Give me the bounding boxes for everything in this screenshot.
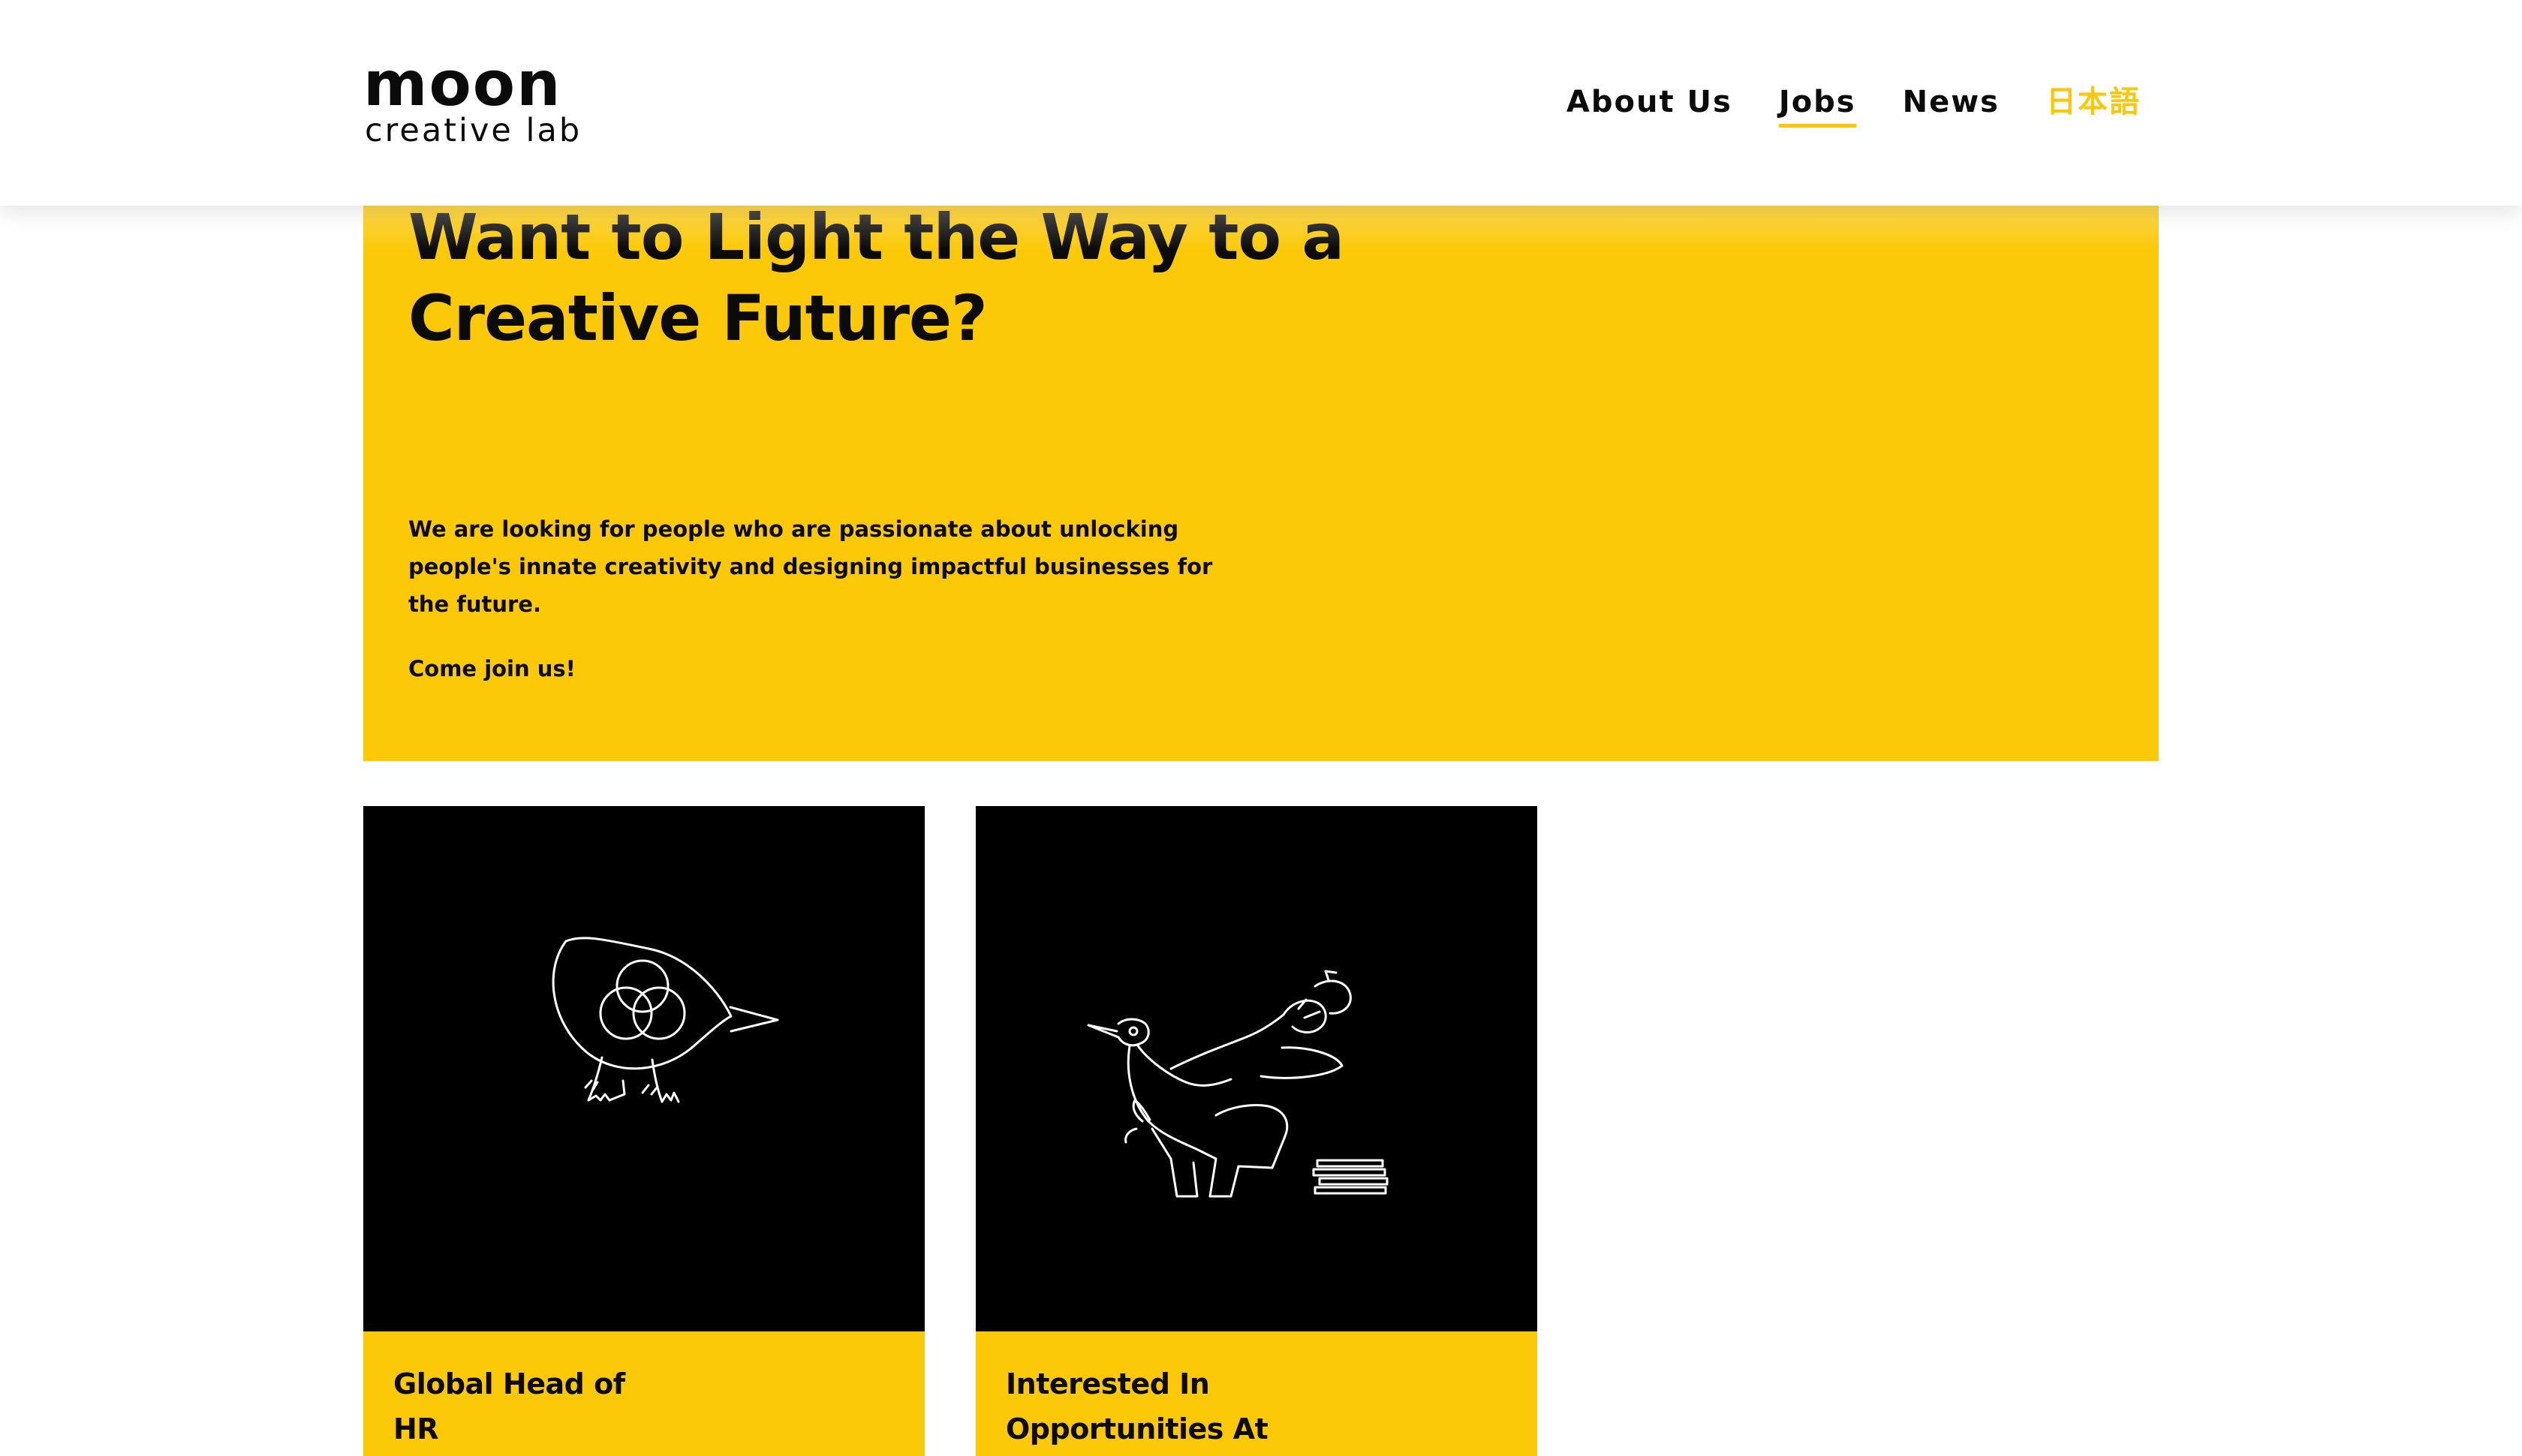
- hero-call-to-action: Come join us!: [408, 656, 576, 681]
- nav-jobs[interactable]: Jobs: [1778, 84, 1856, 128]
- figure-with-lamp-illustration: [1087, 970, 1389, 1198]
- bird-with-circles-illustration: [552, 937, 779, 1103]
- hero-description: We are looking for people who are passio…: [408, 516, 1213, 617]
- job-card-title: Interested In Opportunities At: [1006, 1367, 1269, 1445]
- main-nav: About Us Jobs News 日本語: [1566, 84, 2141, 128]
- job-card-interested-in-opportunities[interactable]: Interested In Opportunities At: [976, 806, 1537, 1456]
- job-card-body: Interested In Opportunities At: [976, 1331, 1537, 1456]
- job-card-image: [976, 806, 1537, 1331]
- site-header: moon creative lab About Us Jobs News 日本語: [0, 0, 2522, 206]
- logo-wordmark: moon: [363, 49, 562, 120]
- job-card-image: [363, 806, 925, 1331]
- nav-about-us[interactable]: About Us: [1566, 84, 1732, 123]
- job-card-title: Global Head of HR: [393, 1367, 625, 1445]
- logo-tagline: creative lab: [365, 112, 582, 149]
- jobs-hero: Want to Light the Way to a Creative Futu…: [363, 197, 2159, 761]
- job-card-global-head-hr[interactable]: Global Head of HR: [363, 806, 925, 1456]
- nav-language-japanese[interactable]: 日本語: [2046, 84, 2141, 123]
- job-card-body: Global Head of HR: [363, 1331, 925, 1456]
- moon-creative-lab-logo[interactable]: moon creative lab: [363, 49, 588, 149]
- nav-news[interactable]: News: [1903, 84, 2000, 123]
